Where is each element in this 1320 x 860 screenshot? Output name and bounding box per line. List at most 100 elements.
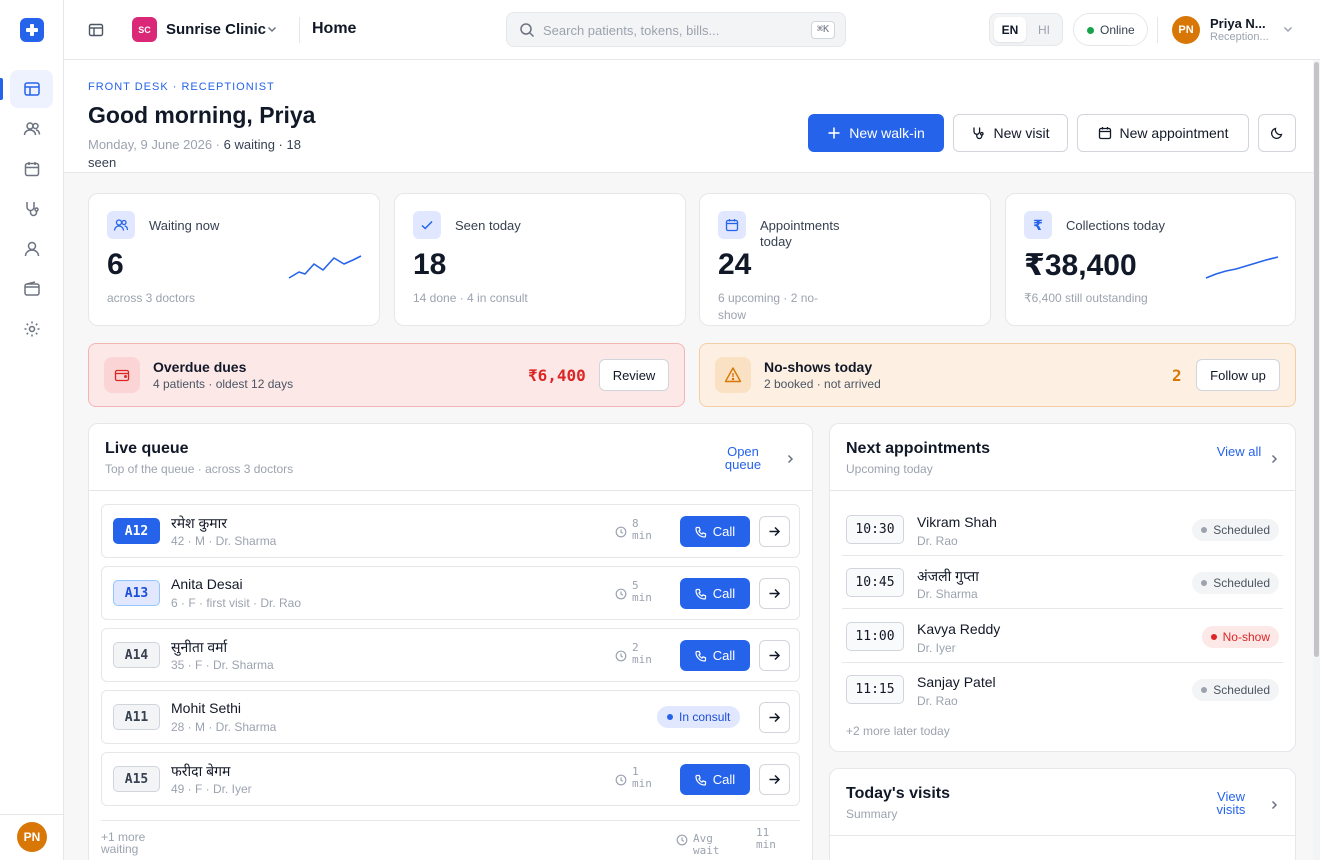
stat-sub: ₹6,400 still outstanding xyxy=(1024,291,1148,305)
nav-stethoscope-icon[interactable] xyxy=(10,190,53,228)
nav-dashboard-icon[interactable] xyxy=(10,70,53,108)
patient-name: अंजली गुप्ता xyxy=(917,568,979,584)
lang-en-button[interactable]: EN xyxy=(994,17,1026,42)
rupee-icon: ₹ xyxy=(1024,211,1052,239)
status-dot xyxy=(667,714,673,720)
queue-row[interactable]: A11 Mohit Sethi 28 · M · Dr. Sharma In c… xyxy=(101,690,800,744)
wallet-icon xyxy=(104,357,140,393)
appointment-row[interactable]: 10:30 Vikram Shah Dr. Rao Scheduled xyxy=(842,503,1283,556)
todays-visits-panel: Today's visits Summary View visits xyxy=(829,768,1296,860)
nav-settings-icon[interactable] xyxy=(10,310,53,348)
status-label: Scheduled xyxy=(1213,683,1270,697)
clock-icon xyxy=(615,587,627,605)
panel-title: Today's visits xyxy=(846,785,950,802)
user-name[interactable]: Priya N... xyxy=(1210,16,1266,31)
sidebar-toggle-icon[interactable] xyxy=(86,20,106,40)
chevron-right-icon[interactable] xyxy=(1269,797,1279,815)
stat-card-seen[interactable]: Seen today 18 14 done · 4 in consult xyxy=(394,193,686,326)
queue-row[interactable]: A14 सुनीता वर्मा 35 · F · Dr. Sharma 2 m… xyxy=(101,628,800,682)
new-appointment-button[interactable]: New appointment xyxy=(1077,114,1249,152)
clinic-badge[interactable]: SC xyxy=(132,17,157,42)
users-icon xyxy=(107,211,135,239)
call-button[interactable]: Call xyxy=(680,578,750,609)
search-input[interactable] xyxy=(543,21,793,39)
stat-label: Waiting now xyxy=(149,218,220,233)
more-waiting-text: +1 more waiting xyxy=(101,830,146,856)
clinic-logo-icon[interactable] xyxy=(20,18,44,42)
open-patient-arrow-icon[interactable] xyxy=(759,702,790,733)
patient-name: रमेश कुमार xyxy=(171,515,227,531)
collections-sparkline xyxy=(1205,256,1279,279)
patient-meta: 35 · F · Dr. Sharma xyxy=(171,658,274,672)
nav-patients-icon[interactable] xyxy=(10,110,53,148)
new-walkin-label: New walk-in xyxy=(849,125,925,141)
open-patient-arrow-icon[interactable] xyxy=(759,764,790,795)
stat-card-waiting[interactable]: Waiting now 6 across 3 doctors xyxy=(88,193,380,326)
status-label: No-show xyxy=(1222,630,1270,644)
live-queue-panel: Live queue Top of the queue · across 3 d… xyxy=(88,423,813,860)
status-badge: Scheduled xyxy=(1192,572,1279,594)
lang-hi-button[interactable]: HI xyxy=(1028,17,1060,42)
rail-user-avatar[interactable]: PN xyxy=(17,822,47,852)
patient-name: Kavya Reddy xyxy=(917,621,1001,637)
patient-meta: 6 · F · first visit · Dr. Rao xyxy=(171,596,302,610)
theme-toggle-button[interactable] xyxy=(1258,114,1296,152)
chevron-down-icon[interactable] xyxy=(1282,22,1294,40)
review-button[interactable]: Review xyxy=(599,359,669,391)
waiting-sparkline xyxy=(288,255,362,279)
search-box[interactable]: ⌘K xyxy=(506,12,846,47)
patient-name: Vikram Shah xyxy=(917,514,997,530)
doctor-name: Dr. Iyer xyxy=(917,641,956,655)
status-badge: Scheduled xyxy=(1192,679,1279,701)
greeting: Good morning, Priya xyxy=(88,102,316,128)
queue-row[interactable]: A13 Anita Desai 6 · F · first visit · Dr… xyxy=(101,566,800,620)
avg-wait-value: 11 min xyxy=(756,826,776,851)
alert-sub: 4 patients · oldest 12 days xyxy=(153,377,294,391)
patient-name: सुनीता वर्मा xyxy=(171,639,228,655)
open-patient-arrow-icon[interactable] xyxy=(759,516,790,547)
appointment-row[interactable]: 11:15 Sanjay Patel Dr. Rao Scheduled xyxy=(842,663,1283,716)
token-badge: A12 xyxy=(113,518,160,544)
call-button[interactable]: Call xyxy=(680,764,750,795)
chevron-down-icon[interactable] xyxy=(266,22,278,40)
stat-card-appointments[interactable]: Appointments today 24 6 upcoming · 2 no-… xyxy=(699,193,991,326)
stethoscope-icon xyxy=(973,127,985,140)
phone-icon xyxy=(695,774,706,786)
role-eyebrow: FRONT DESK · RECEPTIONIST xyxy=(88,81,275,93)
stat-value: 24 xyxy=(718,248,752,281)
nav-profile-icon[interactable] xyxy=(10,230,53,268)
follow-up-button[interactable]: Follow up xyxy=(1196,359,1280,391)
view-all-link[interactable]: View all xyxy=(1216,445,1262,458)
nav-calendar-icon[interactable] xyxy=(10,150,53,188)
stat-value: ₹38,400 xyxy=(1024,249,1137,282)
status-label: Scheduled xyxy=(1213,523,1270,537)
open-patient-arrow-icon[interactable] xyxy=(759,640,790,671)
user-role: Reception... xyxy=(1210,31,1269,43)
appointment-row[interactable]: 10:45 अंजली गुप्ता Dr. Sharma Scheduled xyxy=(842,556,1283,609)
scrollbar-thumb[interactable] xyxy=(1314,62,1319,657)
no-shows-alert: No-shows today 2 booked · not arrived 2 … xyxy=(699,343,1296,407)
wait-time: 2 min xyxy=(632,641,652,666)
nav-billing-icon[interactable] xyxy=(10,270,53,308)
wait-time: 8 min xyxy=(632,517,652,542)
status-label: Scheduled xyxy=(1213,576,1270,590)
user-avatar[interactable]: PN xyxy=(1172,16,1200,44)
stat-card-collections[interactable]: ₹ Collections today ₹38,400 ₹6,400 still… xyxy=(1005,193,1296,326)
queue-row[interactable]: A12 रमेश कुमार 42 · M · Dr. Sharma 8 min… xyxy=(101,504,800,558)
call-button[interactable]: Call xyxy=(680,516,750,547)
open-queue-link[interactable]: Open queue xyxy=(719,445,767,471)
consult-label: In consult xyxy=(679,710,731,724)
online-status[interactable]: Online xyxy=(1073,13,1148,46)
new-visit-button[interactable]: New visit xyxy=(953,114,1068,152)
open-patient-arrow-icon[interactable] xyxy=(759,578,790,609)
queue-row[interactable]: A15 फरीदा बेगम 49 · F · Dr. Iyer 1 min C… xyxy=(101,752,800,806)
chevron-right-icon[interactable] xyxy=(1269,451,1279,469)
view-visits-link[interactable]: View visits xyxy=(1206,790,1256,816)
clinic-switcher[interactable]: Sunrise Clinic xyxy=(166,21,266,38)
chevron-right-icon[interactable] xyxy=(785,451,795,469)
new-walkin-button[interactable]: New walk-in xyxy=(808,114,944,152)
calendar-icon xyxy=(718,211,746,239)
call-button[interactable]: Call xyxy=(680,640,750,671)
appointment-row[interactable]: 11:00 Kavya Reddy Dr. Iyer No-show xyxy=(842,610,1283,663)
panel-title: Next appointments xyxy=(846,440,991,457)
